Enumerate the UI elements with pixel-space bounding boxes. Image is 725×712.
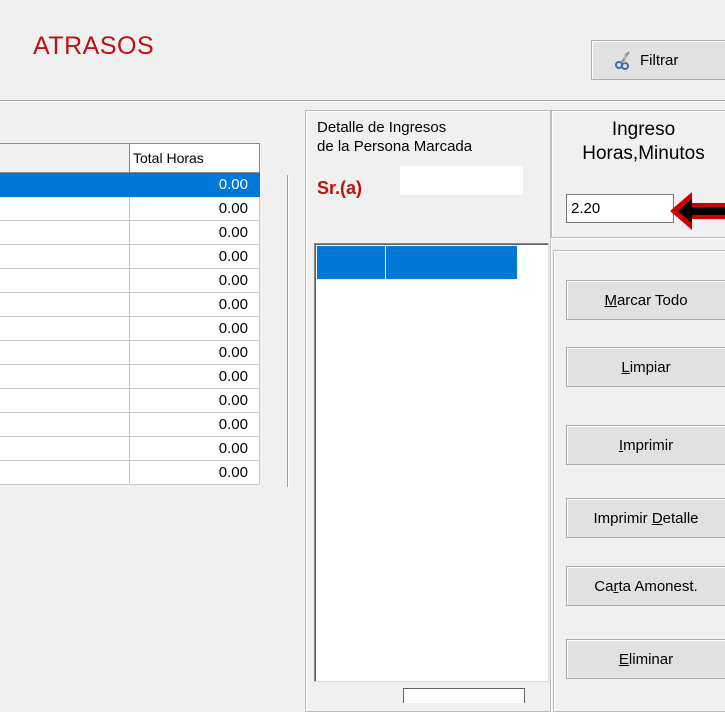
ingreso-label-line1: Ingreso (611, 119, 676, 140)
grid-row[interactable]: 0.00 (0, 317, 262, 341)
sra-label: Sr.(a) (317, 178, 363, 198)
grid-cell-total: 0.00 (129, 293, 260, 317)
limpiar-mnemonic: L (621, 358, 630, 376)
imprimir-button[interactable]: Imprimir (566, 425, 725, 465)
grid-row[interactable]: 0.00 (0, 365, 262, 389)
eliminar-label: liminar (628, 650, 674, 668)
marcar-todo-label: arcar Todo (616, 291, 688, 309)
marcar-todo-button[interactable]: Marcar Todo (566, 280, 725, 320)
detail-total-field (403, 688, 525, 703)
limpiar-button[interactable]: Limpiar (566, 347, 725, 387)
grid-cell-total: 0.00 (129, 365, 260, 389)
grid-cell-total: 0.00 (129, 461, 260, 485)
grid-row[interactable]: 0.00 (0, 245, 262, 269)
grid-cell-total: 0.00 (129, 413, 260, 437)
grid-cell-total: 0.00 (129, 317, 260, 341)
grid-row[interactable]: 0.00 (0, 437, 262, 461)
detail-list-selected-cell[interactable] (386, 246, 517, 279)
grid-cell-total: 0.00 (129, 437, 260, 461)
grid-cell-total: 0.00 (129, 197, 260, 221)
eliminar-mnemonic: E (618, 650, 629, 668)
grid-row[interactable]: 0.00 (0, 197, 262, 221)
grid-row[interactable]: 0.00 (0, 293, 262, 317)
grid-cell-total: 0.00 (129, 245, 260, 269)
filter-button-label: Filtrar (640, 51, 679, 69)
carta-amonest-button[interactable]: Ca r ta Amonest. (566, 566, 725, 606)
ingreso-label-line2: Horas,Minutos (582, 143, 705, 164)
detail-label: Detalle de Ingresos de la Persona Marcad… (317, 118, 472, 156)
detail-label-line1: Detalle de Ingresos (317, 119, 447, 136)
ingreso-hours-input[interactable] (566, 194, 674, 223)
grid-cell-total: 0.00 (129, 389, 260, 413)
filter-scissors-icon (614, 50, 634, 70)
detail-list-selected-cell[interactable] (317, 246, 385, 279)
eliminar-button[interactable]: Eliminar (566, 639, 725, 679)
marcar-todo-mnemonic: M (604, 291, 617, 309)
detail-list[interactable] (314, 243, 549, 682)
grid-row[interactable]: 0.00 (0, 341, 262, 365)
imprimir-detalle-button[interactable]: Imprimir Detalle (566, 498, 725, 538)
page-title: ATRASOS (33, 32, 155, 60)
limpiar-label: impiar (629, 358, 671, 376)
grid-cell-total: 0.00 (129, 173, 260, 197)
grid-row[interactable]: 0.00 (0, 221, 262, 245)
grid-header-blank (0, 143, 129, 173)
sra-name-field (400, 166, 523, 195)
grid-cell-total: 0.00 (129, 221, 260, 245)
header-separator (0, 100, 725, 102)
carta-amonest-label: ta Amonest. (618, 577, 698, 595)
grid-row[interactable]: 0.00 (0, 389, 262, 413)
imprimir-detalle-prefix: Imprimir (593, 509, 652, 527)
imprimir-detalle-label: etalle (662, 509, 699, 527)
grid-cell-total: 0.00 (129, 341, 260, 365)
left-arrow-icon (668, 190, 725, 236)
grid-row[interactable]: 0.00 (0, 269, 262, 293)
grid-cell-total: 0.00 (129, 269, 260, 293)
grid-header-total-horas[interactable]: Total Horas (129, 143, 260, 173)
imprimir-detalle-mnemonic: D (651, 509, 663, 527)
carta-amonest-prefix: Ca (594, 577, 614, 595)
grid-scrollbar-line (287, 175, 289, 487)
grid-row[interactable]: 0.00 (0, 461, 262, 485)
detail-label-line2: de la Persona Marcada (317, 138, 473, 155)
ingreso-label: Ingreso Horas,Minutos (551, 118, 725, 166)
filter-button[interactable]: Filtrar (591, 40, 725, 80)
imprimir-label: mprimir (623, 436, 674, 454)
grid-row[interactable]: 0.00 (0, 173, 262, 197)
grid-row[interactable]: 0.00 (0, 413, 262, 437)
